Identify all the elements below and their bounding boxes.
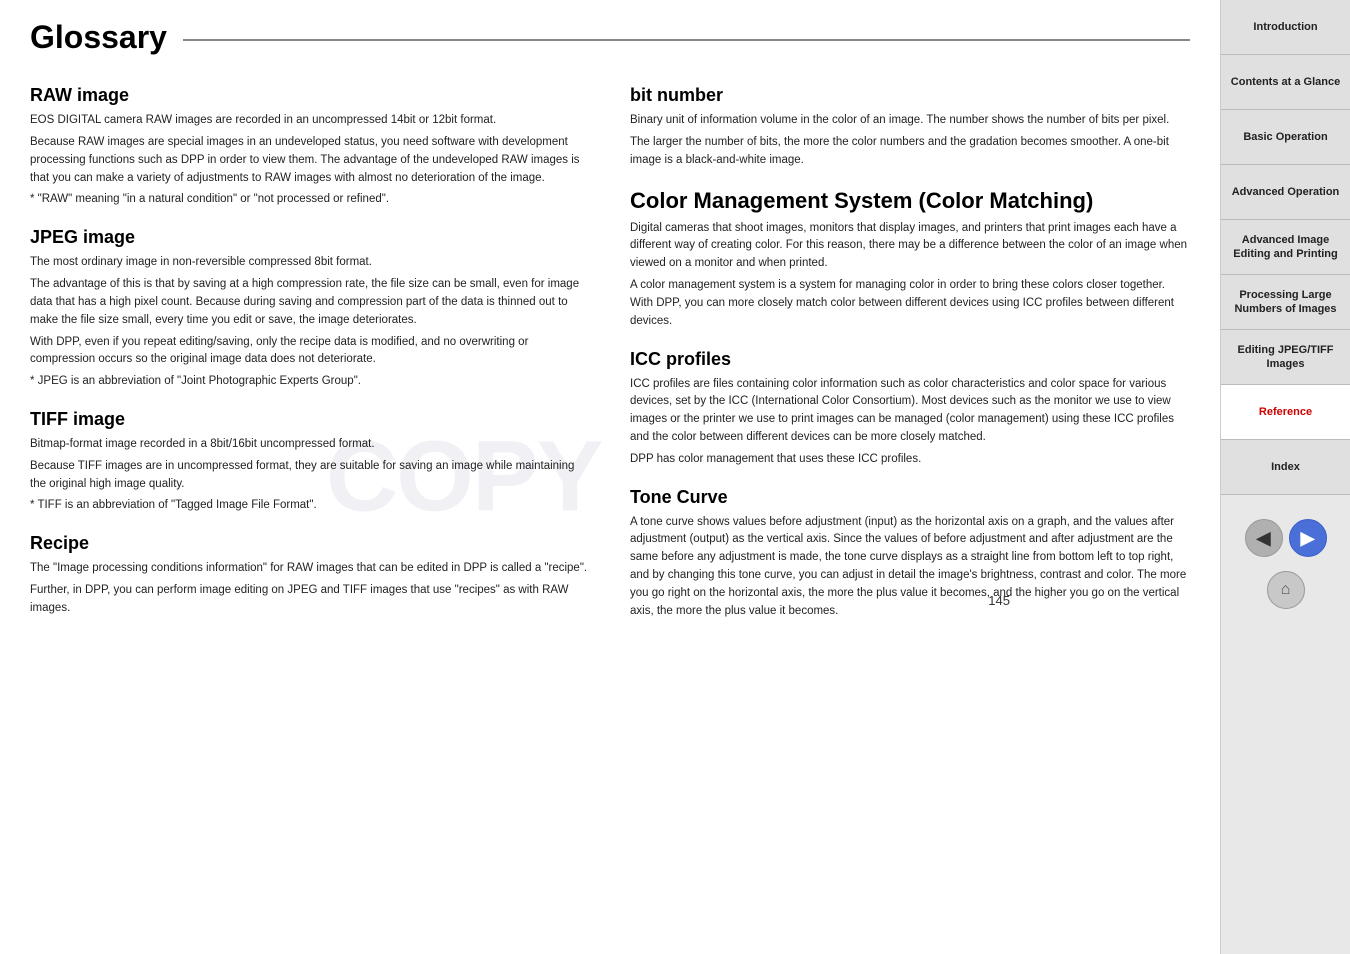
sidebar-label-basic: Basic Operation <box>1243 130 1327 144</box>
section-bit-number: bit number Binary unit of information vo… <box>630 85 1190 169</box>
section-title-bit: bit number <box>630 85 1190 106</box>
page-number: 145 <box>988 583 1030 608</box>
section-icc-profiles: ICC profiles ICC profiles are files cont… <box>630 349 1190 469</box>
section-raw-image: RAW image EOS DIGITAL camera RAW images … <box>30 85 590 209</box>
tiff-para-2: Because TIFF images are in uncompressed … <box>30 458 590 494</box>
section-color-management: Color Management System (Color Matching)… <box>630 188 1190 331</box>
raw-para-1: EOS DIGITAL camera RAW images are record… <box>30 112 590 130</box>
raw-para-2: Because RAW images are special images in… <box>30 134 590 187</box>
left-column: RAW image EOS DIGITAL camera RAW images … <box>30 67 590 624</box>
color-para-2: A color management system is a system fo… <box>630 277 1190 330</box>
sidebar-item-introduction[interactable]: Introduction <box>1221 0 1350 55</box>
sidebar-label-reference: Reference <box>1259 405 1312 419</box>
sidebar-item-index[interactable]: Index <box>1221 440 1350 495</box>
sidebar-item-contents-at-glance[interactable]: Contents at a Glance <box>1221 55 1350 110</box>
jpeg-para-2: The advantage of this is that by saving … <box>30 276 590 329</box>
tiff-para-1: Bitmap-format image recorded in a 8bit/1… <box>30 436 590 454</box>
section-title-recipe: Recipe <box>30 533 590 554</box>
nav-buttons-row: ◀ ▶ <box>1235 519 1337 557</box>
sidebar-bottom-nav: ◀ ▶ ⌂ <box>1235 503 1337 609</box>
sidebar: Introduction Contents at a Glance Basic … <box>1220 0 1350 954</box>
recipe-para-2: Further, in DPP, you can perform image e… <box>30 582 590 618</box>
icc-para-1: ICC profiles are files containing color … <box>630 376 1190 447</box>
two-column-layout: RAW image EOS DIGITAL camera RAW images … <box>30 67 1190 624</box>
prev-button[interactable]: ◀ <box>1245 519 1283 557</box>
sidebar-item-processing-large[interactable]: Processing Large Numbers of Images <box>1221 275 1350 330</box>
sidebar-item-reference[interactable]: Reference <box>1221 385 1350 440</box>
next-button[interactable]: ▶ <box>1289 519 1327 557</box>
sidebar-label-processing: Processing Large Numbers of Images <box>1225 288 1346 317</box>
sidebar-label-advanced-img: Advanced Image Editing and Printing <box>1225 233 1346 262</box>
sidebar-item-editing-jpeg-tiff[interactable]: Editing JPEG/TIFF Images <box>1221 330 1350 385</box>
sidebar-item-basic-operation[interactable]: Basic Operation <box>1221 110 1350 165</box>
section-title-icc: ICC profiles <box>630 349 1190 370</box>
recipe-para-1: The "Image processing conditions informa… <box>30 560 590 578</box>
icc-para-2: DPP has color management that uses these… <box>630 451 1190 469</box>
raw-para-3: * "RAW" meaning "in a natural condition"… <box>30 191 590 209</box>
section-title-color: Color Management System (Color Matching) <box>630 188 1190 214</box>
sidebar-label-editing: Editing JPEG/TIFF Images <box>1225 343 1346 372</box>
right-column: bit number Binary unit of information vo… <box>630 67 1190 624</box>
jpeg-para-1: The most ordinary image in non-reversibl… <box>30 254 590 272</box>
jpeg-para-3: With DPP, even if you repeat editing/sav… <box>30 334 590 370</box>
page-title: Glossary <box>30 20 167 55</box>
section-tiff-image: TIFF image Bitmap-format image recorded … <box>30 409 590 515</box>
sidebar-label-index: Index <box>1271 460 1300 474</box>
section-jpeg-image: JPEG image The most ordinary image in no… <box>30 227 590 391</box>
home-button[interactable]: ⌂ <box>1267 571 1305 609</box>
bit-para-1: Binary unit of information volume in the… <box>630 112 1190 130</box>
tiff-para-3: * TIFF is an abbreviation of "Tagged Ima… <box>30 497 590 515</box>
section-tone-curve: Tone Curve A tone curve shows values bef… <box>630 487 1190 621</box>
tone-para-1: A tone curve shows values before adjustm… <box>630 514 1190 621</box>
section-title-jpeg: JPEG image <box>30 227 590 248</box>
section-title-tiff: TIFF image <box>30 409 590 430</box>
sidebar-label-introduction: Introduction <box>1253 20 1317 34</box>
title-row: Glossary <box>30 20 1190 59</box>
title-line <box>183 39 1190 41</box>
section-recipe: Recipe The "Image processing conditions … <box>30 533 590 617</box>
sidebar-item-advanced-operation[interactable]: Advanced Operation <box>1221 165 1350 220</box>
sidebar-label-contents: Contents at a Glance <box>1231 75 1340 89</box>
main-content: COPY Glossary RAW image EOS DIGITAL came… <box>0 0 1220 954</box>
section-title-raw: RAW image <box>30 85 590 106</box>
section-title-tone: Tone Curve <box>630 487 1190 508</box>
sidebar-item-advanced-image-editing[interactable]: Advanced Image Editing and Printing <box>1221 220 1350 275</box>
bit-para-2: The larger the number of bits, the more … <box>630 134 1190 170</box>
sidebar-label-advanced-op: Advanced Operation <box>1232 185 1340 199</box>
color-para-1: Digital cameras that shoot images, monit… <box>630 220 1190 273</box>
jpeg-para-4: * JPEG is an abbreviation of "Joint Phot… <box>30 373 590 391</box>
